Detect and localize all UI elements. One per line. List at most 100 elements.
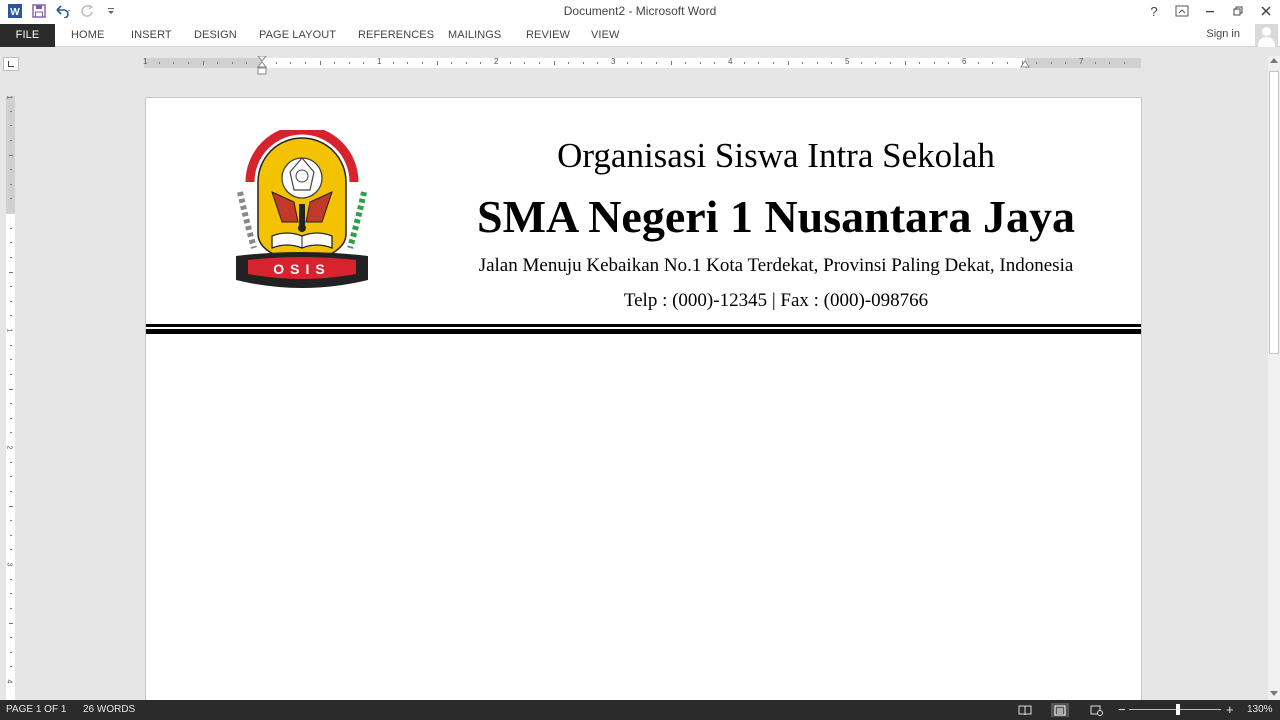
tab-page-layout[interactable]: PAGE LAYOUT <box>259 24 336 47</box>
zoom-in-button[interactable]: + <box>1226 702 1234 717</box>
tab-insert[interactable]: INSERT <box>131 24 172 47</box>
minimize-icon <box>1206 11 1214 13</box>
vruler-tick <box>10 432 12 433</box>
vruler-tick <box>10 242 12 243</box>
vertical-ruler[interactable]: 1 1 2 3 4 <box>5 96 15 700</box>
restore-icon <box>1233 6 1243 16</box>
vruler-tick <box>10 140 12 141</box>
ruler-tick <box>641 62 642 64</box>
header-address: Jalan Menuju Kebaikan No.1 Kota Terdekat… <box>478 255 1074 276</box>
vruler-tick <box>10 652 12 653</box>
help-button[interactable]: ? <box>1140 0 1168 22</box>
vruler-tick <box>9 272 13 273</box>
zoom-level[interactable]: 130% <box>1247 704 1273 715</box>
vruler-tick <box>10 359 12 360</box>
ruler-number: 4 <box>728 57 733 66</box>
ribbon-tabs: FILE HOME INSERT DESIGN PAGE LAYOUT REFE… <box>0 24 1280 47</box>
ruler-tick <box>539 62 540 64</box>
ruler-tick <box>510 62 511 64</box>
user-avatar-icon[interactable] <box>1255 24 1278 47</box>
ruler-tick <box>1007 62 1008 64</box>
vruler-tick <box>10 476 12 477</box>
zoom-out-button[interactable]: − <box>1118 702 1126 717</box>
sign-in-link[interactable]: Sign in <box>1206 28 1240 40</box>
vruler-tick <box>9 623 13 624</box>
vruler-tick <box>10 491 12 492</box>
ruler-tick <box>1109 62 1110 64</box>
vruler-tick <box>10 345 12 346</box>
close-button[interactable] <box>1252 0 1280 22</box>
ruler-tick <box>1065 62 1066 64</box>
vruler-tick <box>10 228 12 229</box>
vruler-tick <box>10 535 12 536</box>
ruler-tick <box>524 62 525 64</box>
ruler-number: 7 <box>1079 57 1084 66</box>
tab-view[interactable]: VIEW <box>591 24 620 47</box>
ruler-tick <box>700 62 701 64</box>
tab-file[interactable]: FILE <box>0 24 55 47</box>
vruler-tick <box>10 608 12 609</box>
vruler-number: 3 <box>5 562 13 567</box>
vruler-tick <box>10 198 12 199</box>
ruler-tick <box>773 62 774 64</box>
ruler-tick <box>422 62 423 64</box>
vruler-tick <box>10 257 12 258</box>
vertical-scrollbar[interactable] <box>1268 56 1280 700</box>
scroll-up-icon[interactable] <box>1270 58 1278 63</box>
ruler-tick <box>568 62 569 64</box>
tab-design[interactable]: DESIGN <box>194 24 237 47</box>
status-bar: PAGE 1 OF 1 26 WORDS − + 130% <box>0 700 1280 720</box>
osis-logo-icon: OSIS <box>236 130 368 288</box>
ruler-tick <box>802 62 803 64</box>
ruler-tick <box>173 62 174 64</box>
ruler-area: 1 1 2 3 4 5 6 7 <box>0 48 1268 76</box>
horizontal-ruler[interactable]: 1 1 2 3 4 5 6 7 <box>143 57 1141 68</box>
ruler-number: 5 <box>845 57 850 66</box>
ruler-number: 1 <box>143 57 148 66</box>
web-layout-icon <box>1090 705 1103 716</box>
ruler-tick <box>554 61 555 65</box>
ruler-number: 2 <box>494 57 499 66</box>
tab-selector-icon[interactable] <box>3 57 19 71</box>
ruler-tick <box>305 62 306 64</box>
ruler-tick <box>480 62 481 64</box>
header-school-name: SMA Negeri 1 Nusantara Jaya <box>477 191 1075 242</box>
title-bar: W Document2 - Microsoft Word ? <box>0 0 1280 24</box>
page-count[interactable]: PAGE 1 OF 1 <box>6 704 66 715</box>
vruler-tick <box>10 637 12 638</box>
read-mode-button[interactable] <box>1016 703 1034 717</box>
zoom-slider[interactable] <box>1129 709 1221 710</box>
web-layout-button[interactable] <box>1087 703 1105 717</box>
vruler-number: 4 <box>5 679 13 684</box>
zoom-slider-thumb[interactable] <box>1176 704 1180 715</box>
vruler-tick <box>10 315 12 316</box>
scroll-thumb[interactable] <box>1269 71 1279 354</box>
vruler-tick <box>10 579 12 580</box>
document-page[interactable]: OSIS Organisasi Siswa Intra Sekolah SMA … <box>145 97 1142 707</box>
tab-mailings[interactable]: MAILINGS <box>448 24 501 47</box>
print-layout-icon <box>1054 705 1066 715</box>
ruler-tick <box>831 62 832 64</box>
scroll-down-icon[interactable] <box>1270 691 1278 696</box>
ruler-tick <box>905 61 906 65</box>
ribbon-display-options-button[interactable] <box>1168 0 1196 22</box>
vruler-tick <box>10 286 12 287</box>
tab-home[interactable]: HOME <box>71 24 104 47</box>
ruler-tick <box>349 62 350 64</box>
ruler-tick <box>714 62 715 64</box>
ruler-tick <box>992 62 993 64</box>
indent-marker-icon[interactable] <box>256 56 268 76</box>
right-indent-marker-icon[interactable] <box>1019 60 1031 69</box>
print-layout-button[interactable] <box>1051 703 1069 717</box>
minimize-button[interactable] <box>1196 0 1224 22</box>
ruler-tick <box>290 62 291 64</box>
restore-button[interactable] <box>1224 0 1252 22</box>
ruler-tick <box>363 62 364 64</box>
vruler-tick <box>10 403 12 404</box>
ruler-tick <box>597 62 598 64</box>
vruler-tick <box>10 111 12 112</box>
tab-review[interactable]: REVIEW <box>526 24 570 47</box>
ruler-tick <box>671 61 672 65</box>
tab-references[interactable]: REFERENCES <box>358 24 434 47</box>
word-count[interactable]: 26 WORDS <box>83 704 135 715</box>
